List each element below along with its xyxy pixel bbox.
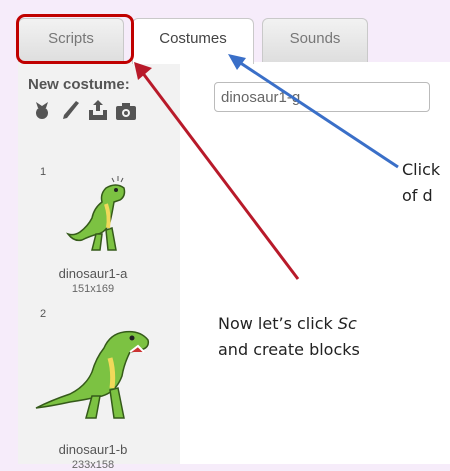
costume-name-input[interactable] [214,82,430,112]
costume-thumbnail[interactable] [26,318,166,426]
costume-edit-area: Click of d Now let’s click Sc and create… [180,62,450,464]
note-text: Click [402,160,441,179]
costume-thumbnail[interactable] [60,174,140,254]
paint-brush-icon[interactable] [58,98,82,122]
tab-sounds[interactable]: Sounds [262,18,368,62]
costume-name: dinosaur1-b [58,442,128,457]
note-text: of d [402,186,433,205]
new-costume-label: New costume: [28,76,130,93]
note-italic-text: Sc [337,314,357,333]
scripts-tab-highlight [16,14,134,64]
costume-number: 1 [40,166,47,178]
upload-icon[interactable] [86,98,110,122]
camera-icon[interactable] [114,98,138,122]
instruction-note-2: Now let’s click Sc [218,314,357,333]
costume-list-panel: New costume: 1 dinosaur1-a 151x169 2 din… [18,62,181,471]
costume-size: 233x158 [71,459,115,471]
costume-size: 151x169 [71,283,115,295]
instruction-note-2-line2: and create blocks [218,340,360,359]
note-text: Now let’s click [218,314,338,333]
costume-name: dinosaur1-a [58,266,128,281]
instruction-note-1-line2: of d [402,186,433,205]
costume-editor: Scripts Costumes Sounds New costume: 1 d… [4,0,450,471]
note-text: and create blocks [218,340,360,359]
choose-from-library-icon[interactable] [30,98,54,122]
tab-costumes[interactable]: Costumes [132,18,254,64]
instruction-note-1: Click [402,160,440,179]
